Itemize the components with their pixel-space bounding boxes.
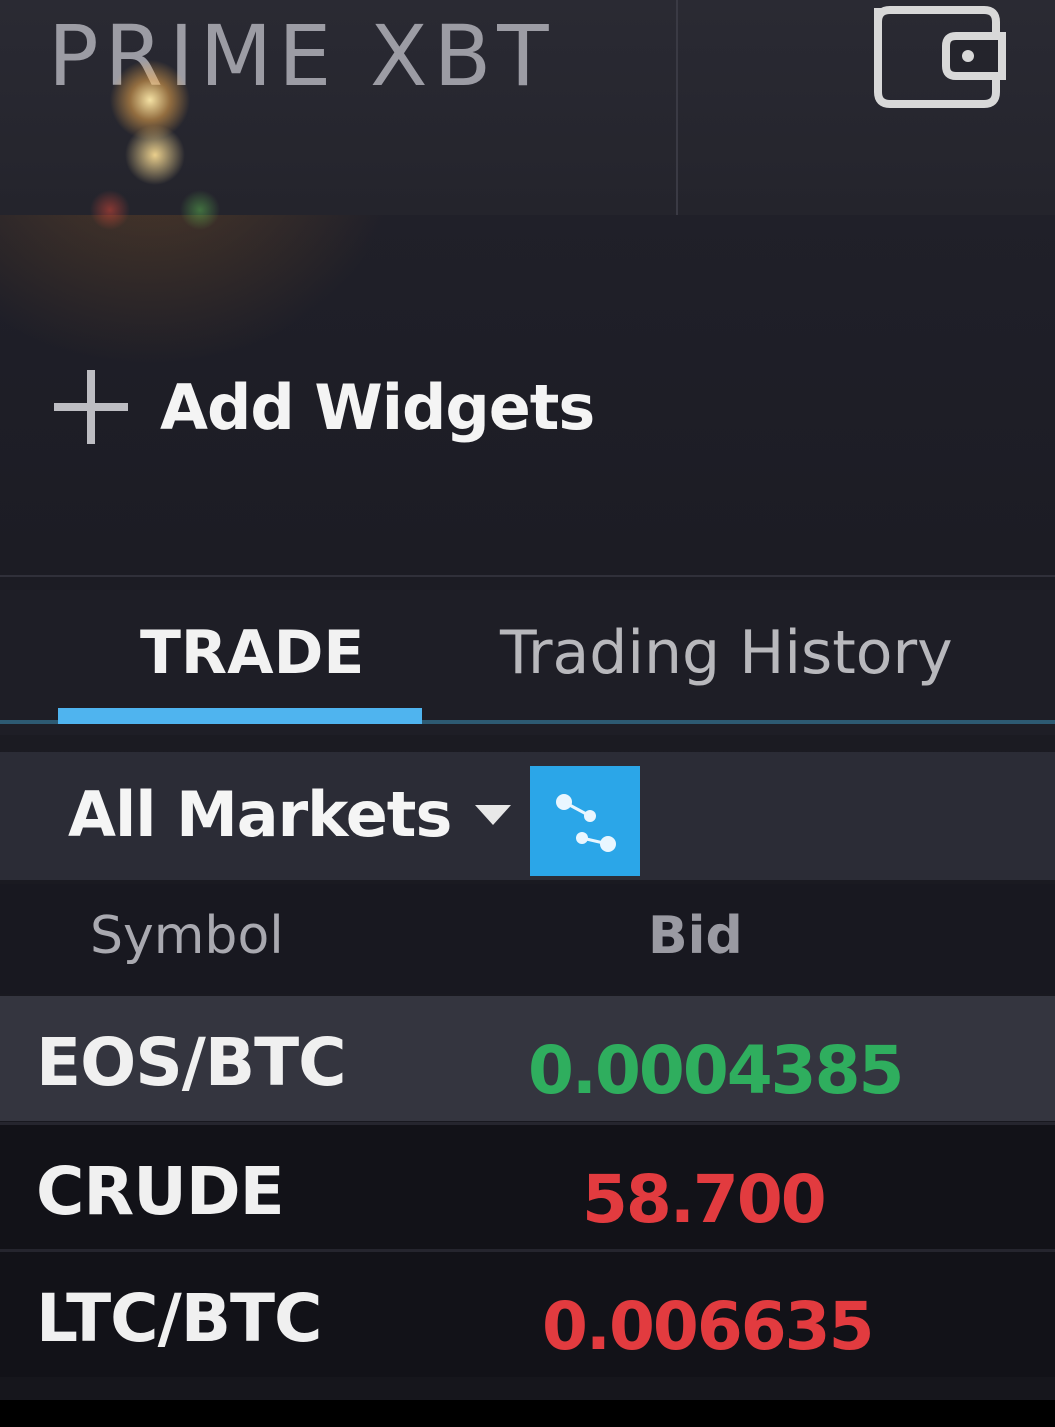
app-header: PRIME XBT bbox=[0, 0, 1055, 215]
header-divider bbox=[676, 0, 678, 215]
row-bid-price: 0.006635 bbox=[542, 1288, 875, 1365]
section-divider bbox=[0, 575, 1055, 577]
market-filter-label: All Markets bbox=[68, 778, 452, 851]
row-bid-price: 58.700 bbox=[582, 1161, 827, 1238]
wallet-button[interactable] bbox=[860, 0, 1020, 120]
column-header-bid[interactable]: Bid bbox=[648, 906, 743, 966]
market-table-header: Symbol Bid bbox=[0, 884, 1055, 994]
market-row[interactable]: CRUDE 58.700 bbox=[0, 1125, 1055, 1250]
wallet-icon bbox=[874, 6, 1006, 108]
caret-down-icon bbox=[475, 804, 512, 825]
connection-toggle-button[interactable] bbox=[530, 766, 640, 876]
primexbt-logo[interactable]: PRIME XBT bbox=[48, 14, 555, 98]
row-symbol: EOS/BTC bbox=[36, 1024, 347, 1101]
row-bid-price: 0.0004385 bbox=[528, 1032, 904, 1109]
market-filter-dropdown[interactable]: All Markets bbox=[68, 778, 513, 851]
column-header-symbol[interactable]: Symbol bbox=[90, 906, 284, 966]
row-symbol: LTC/BTC bbox=[36, 1280, 322, 1357]
plus-icon bbox=[54, 370, 128, 444]
market-row[interactable]: EOS/BTC 0.0004385 bbox=[0, 996, 1055, 1121]
connection-nodes-icon bbox=[556, 794, 616, 852]
active-tab-indicator bbox=[58, 708, 422, 724]
row-symbol: CRUDE bbox=[36, 1153, 285, 1230]
bottom-edge bbox=[0, 1400, 1055, 1427]
trading-app-screen: PRIME XBT Add Widgets TRADE Trading Hist… bbox=[0, 0, 1055, 1427]
add-widgets-label: Add Widgets bbox=[160, 370, 595, 444]
market-toolbar: All Markets bbox=[0, 752, 1055, 880]
add-widgets-button[interactable]: Add Widgets bbox=[52, 362, 595, 452]
tab-trade[interactable]: TRADE bbox=[140, 618, 364, 688]
trade-tabs: TRADE Trading History bbox=[0, 590, 1055, 735]
tab-trading-history[interactable]: Trading History bbox=[500, 618, 953, 688]
market-row[interactable]: LTC/BTC 0.006635 bbox=[0, 1252, 1055, 1377]
